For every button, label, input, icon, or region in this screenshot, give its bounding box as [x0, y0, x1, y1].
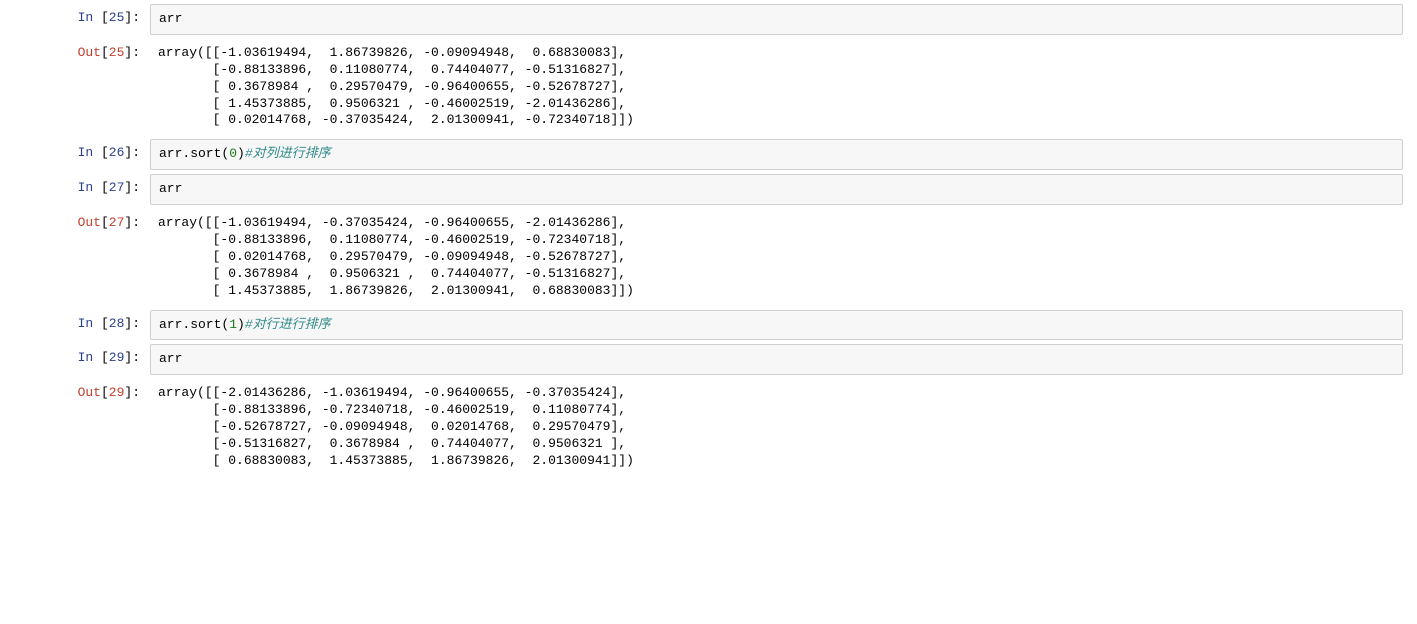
- prompt-number: 26: [109, 145, 125, 160]
- code-output: array([[-2.01436286, -1.03619494, -0.964…: [150, 379, 1403, 475]
- code-input[interactable]: arr.sort(0)#对列进行排序: [150, 139, 1403, 170]
- prompt-keyword: In: [78, 180, 94, 195]
- prompt-number: 29: [109, 350, 125, 365]
- prompt-number: 25: [109, 10, 125, 25]
- code-input[interactable]: arr.sort(1)#对行进行排序: [150, 310, 1403, 341]
- notebook-area: In [25]:arrOut[25]:array([[-1.03619494, …: [0, 4, 1417, 476]
- input-prompt: In [27]:: [0, 174, 150, 203]
- prompt-number: 29: [109, 385, 125, 400]
- prompt-number: 28: [109, 316, 125, 331]
- prompt-number: 27: [109, 180, 125, 195]
- prompt-number: 27: [109, 215, 125, 230]
- output-prompt: Out[29]:: [0, 379, 150, 408]
- cell-output: Out[25]:array([[-1.03619494, 1.86739826,…: [0, 39, 1417, 135]
- input-prompt: In [28]:: [0, 310, 150, 339]
- prompt-keyword: Out: [78, 215, 101, 230]
- input-prompt: In [29]:: [0, 344, 150, 373]
- cell-input: In [25]:arr: [0, 4, 1417, 35]
- cell-input: In [26]:arr.sort(0)#对列进行排序: [0, 139, 1417, 170]
- cell-input: In [29]:arr: [0, 344, 1417, 375]
- code-output: array([[-1.03619494, 1.86739826, -0.0909…: [150, 39, 1403, 135]
- input-prompt: In [26]:: [0, 139, 150, 168]
- output-prompt: Out[27]:: [0, 209, 150, 238]
- code-output: array([[-1.03619494, -0.37035424, -0.964…: [150, 209, 1403, 305]
- prompt-keyword: In: [78, 10, 94, 25]
- cell-output: Out[29]:array([[-2.01436286, -1.03619494…: [0, 379, 1417, 475]
- cell-output: Out[27]:array([[-1.03619494, -0.37035424…: [0, 209, 1417, 305]
- prompt-keyword: In: [78, 350, 94, 365]
- input-prompt: In [25]:: [0, 4, 150, 33]
- cell-input: In [27]:arr: [0, 174, 1417, 205]
- prompt-keyword: Out: [78, 385, 101, 400]
- code-input[interactable]: arr: [150, 4, 1403, 35]
- prompt-keyword: In: [78, 145, 94, 160]
- output-prompt: Out[25]:: [0, 39, 150, 68]
- prompt-number: 25: [109, 45, 125, 60]
- cell-input: In [28]:arr.sort(1)#对行进行排序: [0, 310, 1417, 341]
- prompt-keyword: In: [78, 316, 94, 331]
- prompt-keyword: Out: [78, 45, 101, 60]
- code-input[interactable]: arr: [150, 174, 1403, 205]
- code-input[interactable]: arr: [150, 344, 1403, 375]
